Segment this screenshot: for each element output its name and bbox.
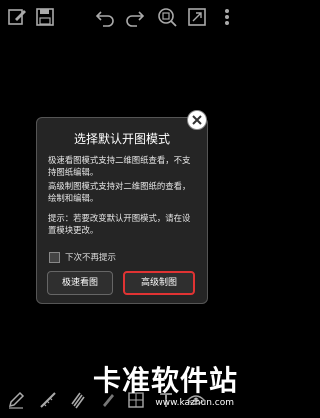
- fast-mode-description: 极速看图模式支持二维图纸查看，不支持图纸编辑。: [48, 155, 191, 177]
- fast-view-button[interactable]: 极速看图: [47, 271, 113, 295]
- pencil-icon[interactable]: [6, 390, 26, 410]
- dont-show-again-label: 下次不再提示: [65, 253, 117, 263]
- measure-icon[interactable]: [38, 390, 58, 410]
- fullscreen-icon[interactable]: [186, 6, 208, 28]
- watermark-logo: 卡准软件站: [92, 364, 238, 397]
- open-mode-dialog: 选择默认开图模式 极速看图模式支持二维图纸查看，不支持图纸编辑。 高级制图模式支…: [36, 117, 208, 304]
- watermark-url: www.kazhun.com: [155, 398, 234, 408]
- dont-show-again-checkbox[interactable]: [49, 252, 60, 263]
- redo-icon[interactable]: [124, 6, 146, 28]
- close-icon: [192, 115, 202, 125]
- dialog-title: 选择默认开图模式: [73, 132, 170, 146]
- save-icon[interactable]: [34, 6, 56, 28]
- advanced-mode-description: 高级制图模式支持对二维图纸的查看，绘制和编辑。: [48, 181, 191, 203]
- more-icon[interactable]: [216, 6, 238, 28]
- settings-hint: 提示：若要改变默认开图模式，请在设置模块更改。: [48, 213, 191, 235]
- top-toolbar: [0, 0, 242, 36]
- layers-icon[interactable]: [68, 390, 88, 410]
- zoom-fit-icon[interactable]: [156, 6, 178, 28]
- close-dialog-button[interactable]: [187, 110, 207, 130]
- advanced-drawing-button[interactable]: 高级制图: [123, 271, 195, 295]
- undo-icon[interactable]: [94, 6, 116, 28]
- edit-icon[interactable]: [6, 6, 28, 28]
